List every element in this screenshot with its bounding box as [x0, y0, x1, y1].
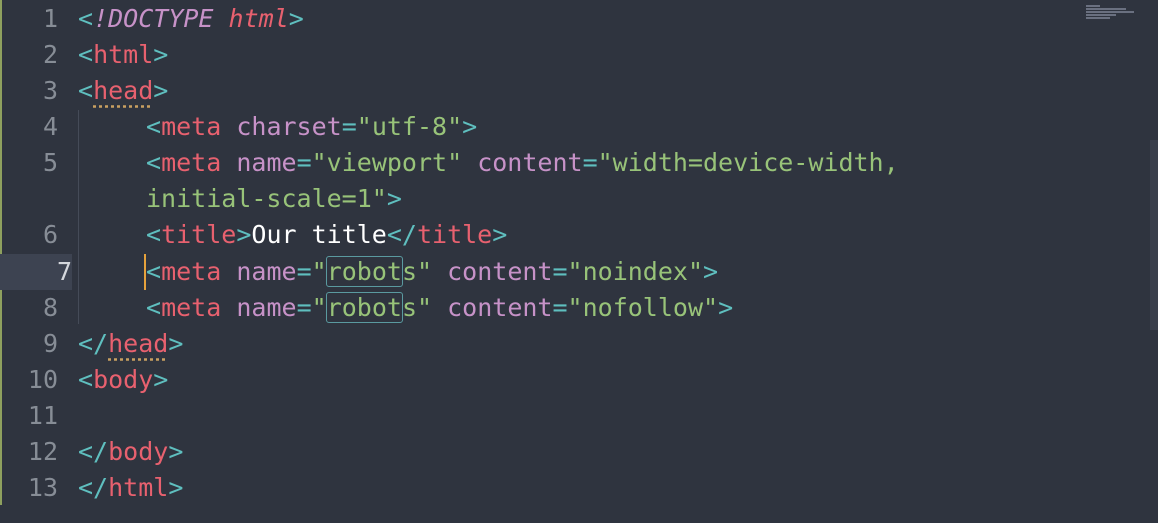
code-line-7[interactable]: <meta name="robots" content="noindex"> [146, 254, 718, 290]
line-number-gutter: 1 2 3 4 5 6 7 8 9 10 11 12 13 [0, 0, 72, 523]
code-line-8[interactable]: <meta name="robots" content="nofollow"> [146, 290, 733, 326]
line-number: 10 [27, 365, 58, 394]
line-number: 4 [42, 112, 58, 141]
line-number-active: 7 [0, 254, 72, 290]
code-line-13[interactable]: </html> [78, 470, 183, 506]
text-cursor [144, 254, 146, 290]
line-number: 6 [42, 220, 58, 249]
code-line-2[interactable]: <html> [78, 37, 168, 73]
code-line-5-wrap[interactable]: initial-scale=1"> [146, 181, 402, 217]
matched-tag: head [108, 329, 169, 358]
line-number: 8 [42, 293, 58, 322]
code-editor[interactable]: 1 2 3 4 5 6 7 8 9 10 11 12 13 <!DOCTYPE … [0, 0, 1158, 523]
line-number: 3 [42, 76, 58, 105]
line-number: 2 [42, 40, 58, 69]
code-line-3[interactable]: <head> [78, 73, 168, 109]
code-line-10[interactable]: <body> [78, 362, 168, 398]
code-line-5[interactable]: <meta name="viewport" content="width=dev… [146, 145, 899, 181]
code-line-4[interactable]: <meta charset="utf-8"> [146, 109, 477, 145]
selection-match: robot [325, 292, 403, 323]
code-line-1[interactable]: <!DOCTYPE html> [78, 1, 304, 37]
matched-tag: head [93, 76, 154, 105]
selection-match: robot [325, 256, 403, 287]
line-number: 9 [42, 329, 58, 358]
code-line-12[interactable]: </body> [78, 434, 183, 470]
line-number: 5 [42, 148, 58, 177]
code-line-9[interactable]: </head> [78, 326, 183, 362]
indent-guide [78, 110, 79, 324]
line-number: 1 [42, 4, 58, 33]
line-number: 11 [27, 401, 58, 430]
code-line-6[interactable]: <title>Our title</title> [146, 217, 507, 253]
line-number: 12 [27, 437, 58, 466]
vertical-scrollbar[interactable] [1150, 140, 1158, 330]
line-number: 13 [27, 473, 58, 502]
minimap[interactable] [1086, 4, 1138, 28]
